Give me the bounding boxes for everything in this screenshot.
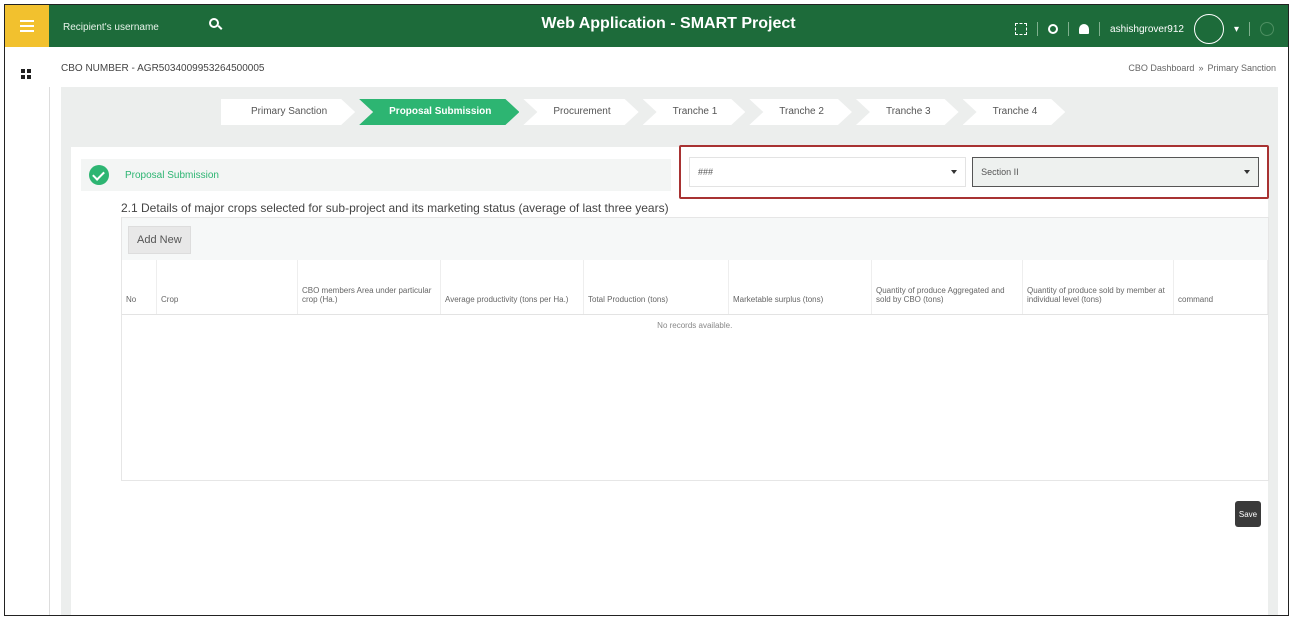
divider (1068, 22, 1070, 36)
section-title: Proposal Submission (125, 169, 219, 181)
section-subtitle: 2.1 Details of major crops selected for … (121, 201, 669, 215)
main-content: Primary Sanction Proposal Submission Pro… (61, 87, 1278, 615)
add-new-button[interactable]: Add New (128, 226, 191, 254)
sub-header: CBO NUMBER - AGR5034009953264500005 CBO … (49, 47, 1288, 87)
column-header[interactable]: Quantity of produce sold by member at in… (1022, 260, 1174, 315)
section-select-value: Section II (981, 167, 1019, 177)
column-header[interactable]: Quantity of produce Aggregated and sold … (871, 260, 1023, 315)
step-tranche-3[interactable]: Tranche 3 (856, 99, 959, 125)
step-tranche-4[interactable]: Tranche 4 (963, 99, 1066, 125)
user-name[interactable]: ashishgrover912 (1110, 24, 1184, 35)
column-header[interactable]: CBO members Area under particular crop (… (297, 260, 441, 315)
breadcrumb: CBO Dashboard » Primary Sanction (1128, 63, 1276, 73)
category-select-value: ### (698, 167, 714, 177)
fullscreen-icon[interactable] (1015, 23, 1028, 35)
section-select[interactable]: Section II (972, 157, 1259, 187)
step-proposal-submission[interactable]: Proposal Submission (359, 99, 519, 125)
table-header-row: No Crop CBO members Area under particula… (122, 260, 1268, 315)
column-header[interactable]: Marketable surplus (tons) (728, 260, 872, 315)
column-header[interactable]: Crop (156, 260, 298, 315)
column-header[interactable]: command (1173, 260, 1268, 315)
caret-down-icon (951, 170, 958, 174)
column-header[interactable]: No (122, 260, 157, 315)
step-tranche-1[interactable]: Tranche 1 (643, 99, 746, 125)
form-panel: Proposal Submission ### Section II 2.1 D… (71, 145, 1269, 615)
step-primary-sanction[interactable]: Primary Sanction (221, 99, 355, 125)
section-selectors: ### Section II (679, 145, 1269, 199)
settings-icon[interactable] (1048, 24, 1059, 34)
apps-grid-icon[interactable] (21, 69, 31, 79)
breadcrumb-separator: » (1198, 63, 1204, 73)
cbo-number: CBO NUMBER - AGR5034009953264500005 (61, 63, 265, 74)
check-circle-icon (89, 165, 109, 185)
step-procurement[interactable]: Procurement (523, 99, 638, 125)
breadcrumb-current: Primary Sanction (1207, 63, 1276, 73)
notification-icon[interactable] (1079, 24, 1090, 34)
left-rail (5, 5, 50, 615)
section-header: Proposal Submission (81, 159, 671, 191)
caret-down-icon (1244, 170, 1250, 174)
divider (1037, 22, 1039, 36)
top-bar-actions: ashishgrover912 ▾ (1015, 14, 1274, 44)
chevron-down-icon[interactable]: ▾ (1234, 24, 1239, 35)
crops-table: No Crop CBO members Area under particula… (122, 260, 1268, 336)
step-tranche-2[interactable]: Tranche 2 (749, 99, 852, 125)
top-bar: Recipient's username Web Application - S… (49, 5, 1288, 47)
breadcrumb-dashboard[interactable]: CBO Dashboard (1128, 63, 1194, 73)
divider (1249, 22, 1250, 36)
hamburger-menu-icon[interactable] (5, 5, 49, 47)
category-select[interactable]: ### (689, 157, 967, 187)
crops-table-card: Add New No Crop CBO members Area under p… (121, 217, 1269, 481)
divider (1099, 22, 1101, 36)
app-frame: Recipient's username Web Application - S… (4, 4, 1289, 616)
power-icon[interactable] (1260, 22, 1274, 36)
save-button[interactable]: Save (1235, 501, 1261, 527)
avatar[interactable] (1193, 14, 1224, 44)
table-body-empty-area (122, 330, 1268, 480)
progress-stepper: Primary Sanction Proposal Submission Pro… (221, 99, 1069, 125)
column-header[interactable]: Average productivity (tons per Ha.) (440, 260, 584, 315)
column-header[interactable]: Total Production (tons) (583, 260, 729, 315)
